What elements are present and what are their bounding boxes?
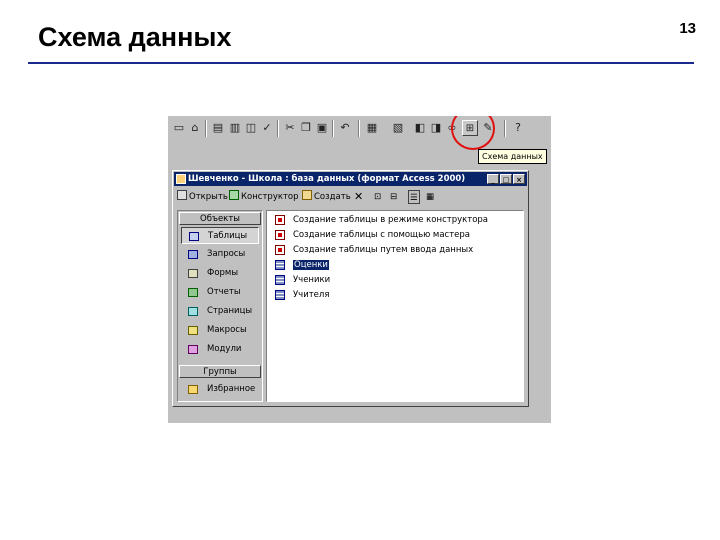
queries-icon: [188, 250, 198, 259]
nav-item-label: Формы: [207, 268, 239, 278]
tooltip: Схема данных: [478, 149, 547, 164]
list-item-label: Создание таблицы с помощью мастера: [293, 230, 471, 240]
nav-item-reports[interactable]: Отчеты: [181, 284, 259, 301]
window-controls: _ □ ×: [487, 174, 525, 184]
list-item[interactable]: Ученики: [273, 273, 330, 288]
nav-item-label: Таблицы: [208, 231, 248, 241]
small-icons-icon[interactable]: ⊟: [390, 190, 397, 204]
create-button[interactable]: Создать: [302, 190, 351, 204]
nav-item-modules[interactable]: Модули: [181, 341, 259, 358]
list-item-label: Оценки: [293, 260, 329, 270]
nav-item-forms[interactable]: Формы: [181, 265, 259, 282]
nav-item-queries[interactable]: Запросы: [181, 246, 259, 263]
list-item[interactable]: Создание таблицы в режиме конструктора: [273, 213, 488, 228]
large-icons-icon[interactable]: ⊡: [374, 190, 381, 204]
nav-item-label: Избранное: [207, 384, 256, 394]
database-icon: [176, 174, 186, 184]
modules-icon: [188, 345, 198, 354]
delete-icon[interactable]: ✕: [354, 190, 363, 204]
open-icon[interactable]: ⌂: [187, 120, 203, 136]
minimize-button[interactable]: _: [487, 174, 499, 184]
undo-icon[interactable]: ↶: [337, 120, 353, 136]
properties-icon[interactable]: ◨: [428, 120, 444, 136]
wizard-icon: [275, 230, 285, 240]
table-icon: [275, 290, 285, 300]
list-view-icon[interactable]: ☰: [408, 190, 420, 204]
wizard-icon: [275, 245, 285, 255]
groups-group-header[interactable]: Группы: [179, 365, 261, 378]
list-item-label: Ученики: [293, 275, 331, 285]
nav-item-label: Запросы: [207, 249, 246, 259]
nav-item-favorites[interactable]: Избранное: [181, 381, 259, 398]
page-number: 13: [679, 20, 696, 37]
nav-item-label: Страницы: [207, 306, 253, 316]
list-item[interactable]: Создание таблицы с помощью мастера: [273, 228, 470, 243]
window-titlebar[interactable]: Шевченко - Школа : база данных (формат A…: [174, 172, 527, 186]
spelling-icon[interactable]: ✓: [259, 120, 275, 136]
database-window: Шевченко - Школа : база данных (формат A…: [172, 170, 529, 407]
open-icon: [177, 190, 187, 200]
forms-icon: [188, 269, 198, 278]
design-button[interactable]: Конструктор: [229, 190, 299, 204]
open-button[interactable]: Открыть: [177, 190, 228, 204]
create-label: Создать: [314, 192, 351, 202]
nav-item-label: Отчеты: [207, 287, 241, 297]
list-item[interactable]: Создание таблицы путем ввода данных: [273, 243, 473, 258]
favorites-icon: [188, 385, 198, 394]
access-screenshot: ▭ ⌂ ▤ ▥ ◫ ✓ ✂ ❐ ▣ ↶ ▦ ▧ ◧ ◨ ∞ ⊞ ✎ ? Схем…: [168, 116, 551, 423]
slide-title: Схема данных: [38, 22, 232, 52]
list-item-label: Создание таблицы путем ввода данных: [293, 245, 474, 255]
maximize-button[interactable]: □: [500, 174, 512, 184]
tables-icon: [189, 232, 199, 241]
design-icon: [229, 190, 239, 200]
help-icon[interactable]: ?: [510, 120, 526, 136]
toolbar-separator: [205, 120, 207, 137]
open-label: Открыть: [189, 192, 228, 202]
new-icon[interactable]: ▭: [171, 120, 187, 136]
highlight-circle: [451, 116, 495, 150]
pages-icon: [188, 307, 198, 316]
save-icon[interactable]: ▤: [210, 120, 226, 136]
create-icon: [302, 190, 312, 200]
code-icon[interactable]: ◧: [412, 120, 428, 136]
nav-item-label: Макросы: [207, 325, 247, 335]
office-links-icon[interactable]: ▧: [390, 120, 406, 136]
window-title: Шевченко - Школа : база данных (формат A…: [188, 174, 466, 184]
title-divider: [28, 62, 694, 64]
reports-icon: [188, 288, 198, 297]
analyze-icon[interactable]: ▦: [364, 120, 380, 136]
wizard-icon: [275, 215, 285, 225]
table-icon: [275, 275, 285, 285]
list-item-label: Создание таблицы в режиме конструктора: [293, 215, 489, 225]
object-list: Создание таблицы в режиме конструктора С…: [266, 210, 524, 402]
toolbar-separator: [358, 120, 360, 137]
details-view-icon[interactable]: ▦: [426, 190, 434, 204]
cut-icon[interactable]: ✂: [282, 120, 298, 136]
toolbar-separator: [504, 120, 506, 137]
objects-bar: Объекты Таблицы Запросы Формы Отчеты Стр…: [177, 210, 263, 402]
copy-icon[interactable]: ❐: [298, 120, 314, 136]
main-toolbar: ▭ ⌂ ▤ ▥ ◫ ✓ ✂ ❐ ▣ ↶ ▦ ▧ ◧ ◨ ∞ ⊞ ✎ ? Схем…: [168, 116, 551, 164]
print-icon[interactable]: ▥: [227, 120, 243, 136]
objects-group-header[interactable]: Объекты: [179, 212, 261, 225]
nav-item-pages[interactable]: Страницы: [181, 303, 259, 320]
list-item[interactable]: Учителя: [273, 288, 329, 303]
nav-item-tables[interactable]: Таблицы: [181, 227, 259, 244]
list-item-selected[interactable]: Оценки: [273, 258, 329, 273]
toolbar-separator: [277, 120, 279, 137]
close-button[interactable]: ×: [513, 174, 525, 184]
nav-item-label: Модули: [207, 344, 242, 354]
toolbar-separator: [332, 120, 334, 137]
nav-item-macros[interactable]: Макросы: [181, 322, 259, 339]
design-label: Конструктор: [241, 192, 299, 202]
preview-icon[interactable]: ◫: [243, 120, 259, 136]
paste-icon[interactable]: ▣: [314, 120, 330, 136]
database-toolbar: Открыть Конструктор Создать ✕ ⊡ ⊟ ☰ ▦: [174, 188, 527, 206]
macros-icon: [188, 326, 198, 335]
list-item-label: Учителя: [293, 290, 330, 300]
table-icon: [275, 260, 285, 270]
